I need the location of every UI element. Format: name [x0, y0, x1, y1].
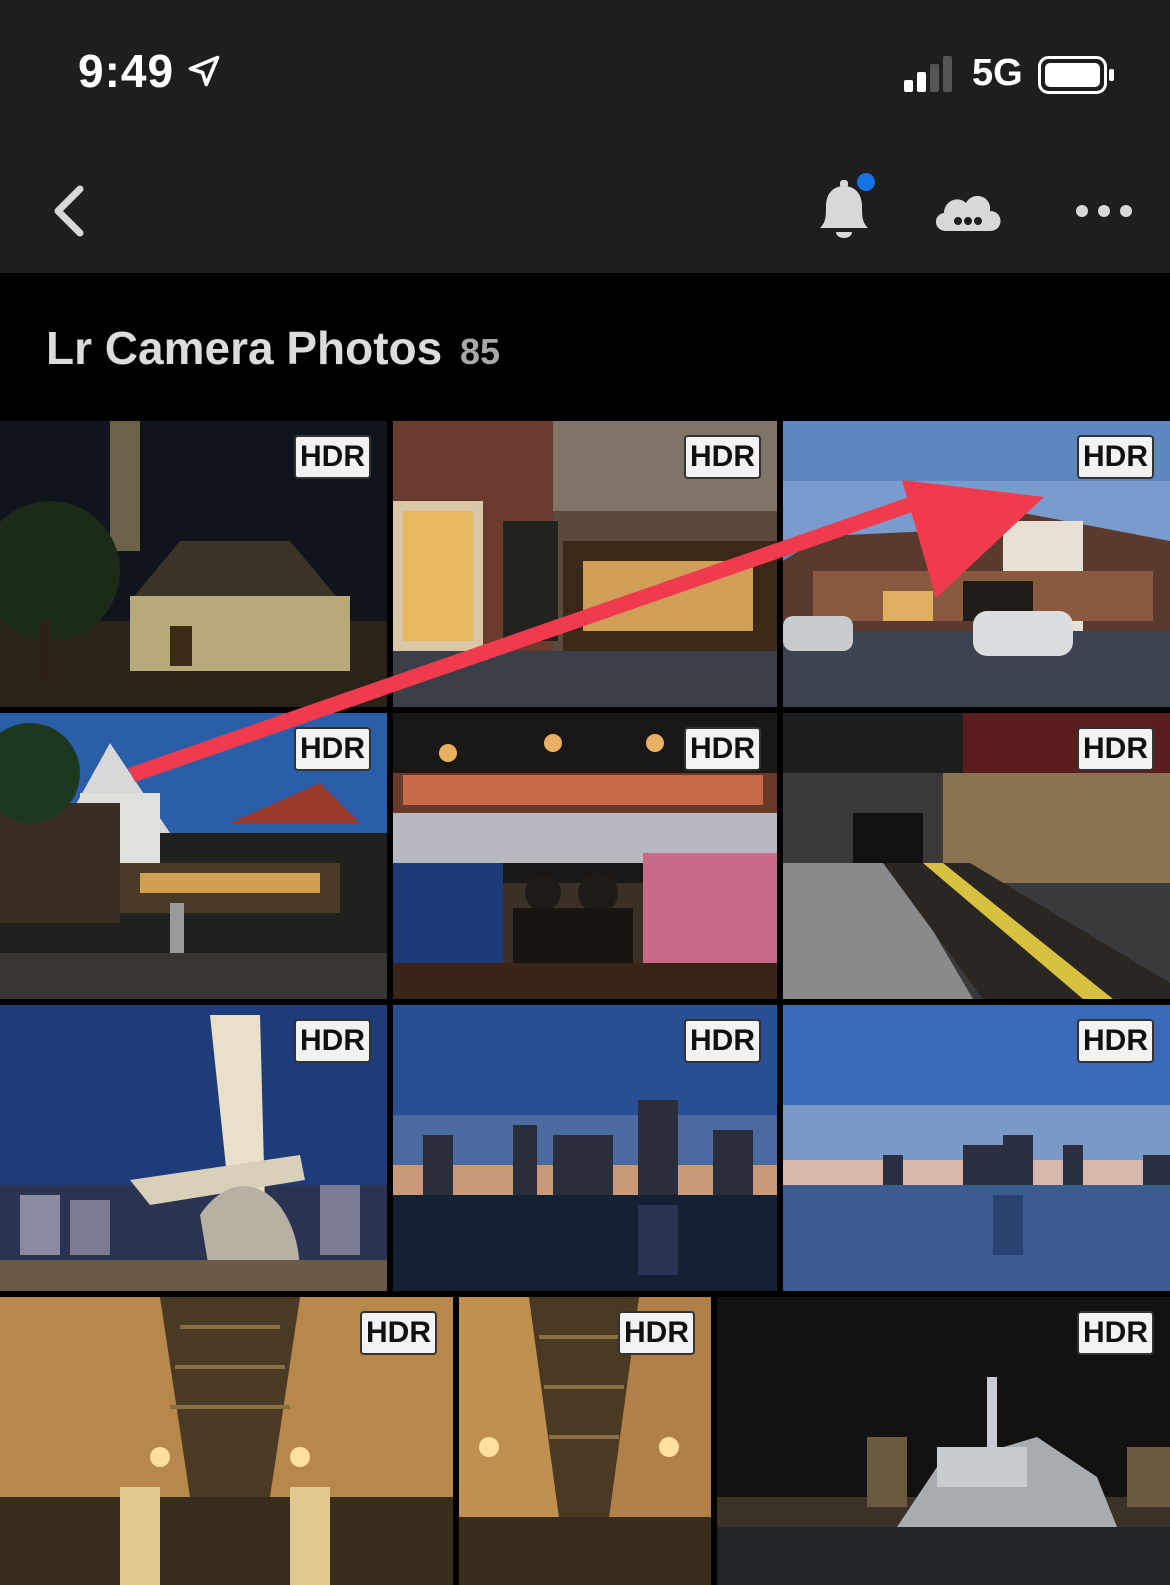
status-time: 9:49 [78, 44, 222, 98]
cloud-sync-button[interactable] [928, 176, 1008, 246]
hdr-badge: HDR [618, 1311, 695, 1355]
location-arrow-icon [188, 55, 220, 87]
album-photo-count: 85 [460, 331, 501, 372]
notifications-button[interactable] [806, 170, 882, 250]
album-title: Lr Camera Photos [46, 322, 443, 374]
back-button[interactable] [38, 176, 98, 246]
navigation-bar [0, 150, 1170, 273]
hdr-badge: HDR [684, 727, 761, 771]
photo-thumbnail[interactable]: HDR [0, 421, 387, 707]
album-header: Lr Camera Photos 85 [0, 273, 1170, 421]
hdr-badge: HDR [294, 435, 371, 479]
bell-icon [820, 173, 875, 238]
hdr-badge: HDR [294, 727, 371, 771]
cellular-signal-icon [904, 56, 952, 92]
photo-thumbnail[interactable]: HDR [393, 1005, 777, 1291]
status-time-text: 9:49 [78, 45, 175, 97]
photo-thumbnail[interactable]: HDR [459, 1297, 711, 1585]
hdr-badge: HDR [1077, 435, 1154, 479]
more-options-button[interactable] [1072, 176, 1136, 246]
photo-thumbnail[interactable]: HDR [783, 713, 1170, 999]
more-horizontal-icon [1076, 205, 1132, 217]
photo-thumbnail[interactable]: HDR [393, 713, 777, 999]
photo-thumbnail[interactable]: HDR [0, 713, 387, 999]
hdr-badge: HDR [684, 435, 761, 479]
photo-thumbnail[interactable]: HDR [783, 421, 1170, 707]
hdr-badge: HDR [684, 1019, 761, 1063]
photo-thumbnail[interactable]: HDR [717, 1297, 1170, 1585]
network-type: 5G [972, 52, 1023, 94]
status-bar: 9:49 5G [0, 0, 1170, 150]
hdr-badge: HDR [1077, 727, 1154, 771]
photo-thumbnail[interactable]: HDR [0, 1005, 387, 1291]
hdr-badge: HDR [1077, 1019, 1154, 1063]
hdr-badge: HDR [360, 1311, 437, 1355]
photo-thumbnail[interactable]: HDR [393, 421, 777, 707]
battery-icon [1038, 56, 1114, 94]
notification-dot [857, 173, 875, 191]
photo-thumbnail[interactable]: HDR [0, 1297, 453, 1585]
hdr-badge: HDR [294, 1019, 371, 1063]
hdr-badge: HDR [1077, 1311, 1154, 1355]
cloud-sync-icon [935, 196, 1001, 231]
photo-thumbnail[interactable]: HDR [783, 1005, 1170, 1291]
chevron-left-icon [54, 185, 84, 237]
